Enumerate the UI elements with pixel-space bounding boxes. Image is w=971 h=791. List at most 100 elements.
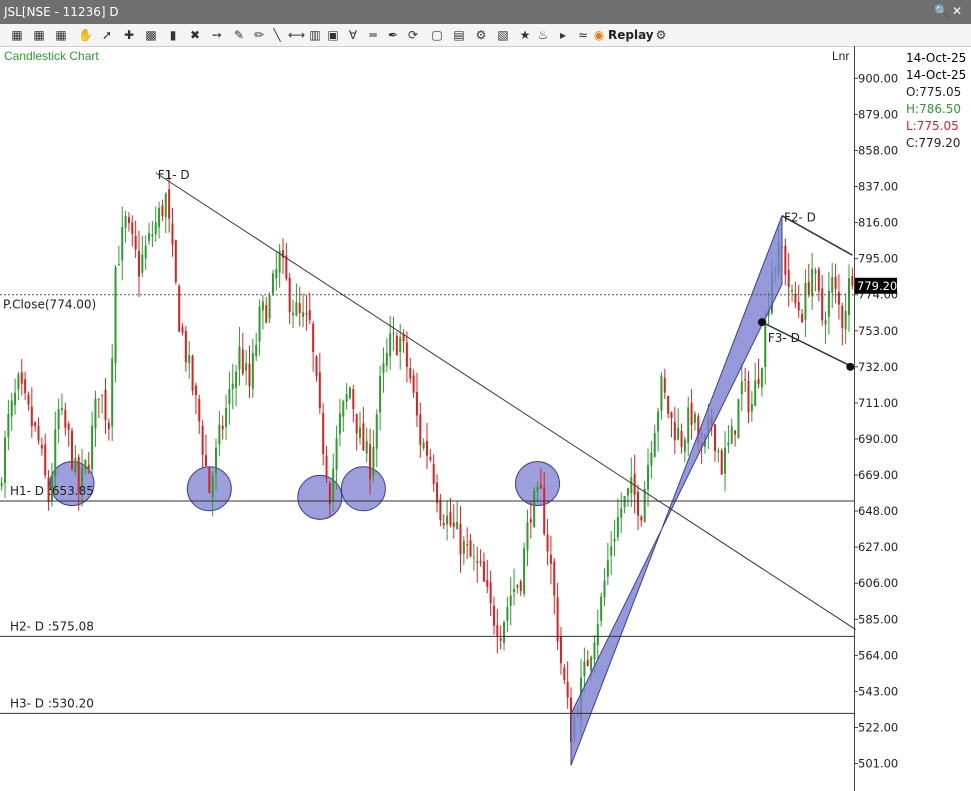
line-icon[interactable]: ∀	[346, 27, 360, 43]
candle	[101, 394, 104, 414]
pencil-icon[interactable]: ✒	[386, 27, 400, 43]
candle-body	[54, 429, 57, 477]
candle-body	[295, 302, 298, 316]
calendar-icon[interactable]: ▦	[10, 27, 24, 43]
settings-icon[interactable]: ⚙	[654, 27, 668, 43]
candle	[419, 402, 422, 458]
candle	[844, 293, 847, 344]
channel-handle	[757, 318, 766, 327]
y-tick-label: 879.00	[858, 107, 898, 121]
candle-body	[134, 235, 137, 250]
zoom-icon[interactable]: ▢	[430, 27, 444, 43]
line-icon[interactable]: ≈	[576, 27, 590, 43]
candle-body	[64, 409, 67, 428]
candlestick-chart[interactable]: H1- D :653.85 H2- D :575.08 H3- D :530.20 P…	[0, 46, 971, 791]
candle-body	[258, 306, 261, 342]
candle	[278, 244, 281, 288]
candle	[559, 627, 562, 675]
candle-body	[292, 312, 295, 316]
candle	[114, 265, 117, 383]
close-icon[interactable]: ✕	[952, 4, 962, 18]
candle-body	[492, 605, 495, 626]
y-tick-label: 837.00	[858, 180, 898, 194]
candle	[442, 514, 445, 530]
candle	[653, 424, 656, 458]
candle	[288, 272, 291, 325]
bar-chart-icon[interactable]: ▧	[496, 27, 510, 43]
candle-body	[847, 278, 850, 316]
replay-icon[interactable]: ◉	[592, 27, 606, 43]
candle-body	[365, 440, 368, 454]
candle	[285, 243, 288, 281]
candle-body	[322, 413, 325, 455]
candle	[305, 295, 308, 331]
candle	[596, 609, 599, 661]
bar-chart-icon[interactable]: ▮	[166, 27, 180, 43]
candle	[821, 275, 824, 326]
replay-button[interactable]: Replay	[608, 27, 654, 43]
zoom-icon[interactable]: ▸	[556, 27, 570, 43]
candle-body	[791, 289, 794, 292]
candle-body	[673, 422, 676, 441]
candle	[312, 321, 315, 372]
bar-chart-icon[interactable]: ▩	[144, 27, 158, 43]
search-icon[interactable]: 🔍	[934, 4, 949, 18]
calendar-icon[interactable]: ▦	[54, 27, 68, 43]
chart-toolbar: ▦ ▦ ▦ ✋ ➚ ✚ ▩ ▮ ✖ ➙ ✎ ✏ ╲ ⟷ ▥ ▣ ∀ ═ ✒ ⟳ …	[0, 24, 971, 47]
calendar-icon[interactable]: ▦	[32, 27, 46, 43]
candle-body	[345, 394, 348, 402]
candle-body	[744, 379, 747, 381]
candle	[851, 267, 854, 290]
candle-body	[513, 588, 516, 593]
line-icon[interactable]: ╲	[270, 27, 284, 43]
pencil-icon[interactable]: ✎	[232, 27, 246, 43]
hline-icon[interactable]: ═	[366, 27, 380, 43]
cursor-icon[interactable]: ⟳	[406, 27, 420, 43]
candle	[687, 396, 690, 457]
bar-chart-icon[interactable]: ▥	[308, 27, 322, 43]
candle	[841, 302, 844, 346]
candle	[636, 484, 639, 531]
candle	[737, 399, 740, 439]
candle	[308, 292, 311, 325]
candle	[482, 552, 485, 582]
candle	[405, 331, 408, 383]
hline-icon[interactable]: ⟷	[288, 27, 305, 43]
y-tick-label: 606.00	[858, 576, 898, 590]
candle-body	[727, 442, 730, 446]
pencil-icon[interactable]: ♨	[536, 27, 550, 43]
candle-body	[523, 548, 526, 594]
candle-body	[419, 414, 422, 445]
crosshair-icon[interactable]: ✖	[188, 27, 202, 43]
candle	[322, 403, 325, 466]
candle-body	[439, 499, 442, 521]
hand-icon[interactable]: ✋	[78, 27, 93, 43]
pencil-icon[interactable]: ✏	[252, 27, 266, 43]
candle	[667, 395, 670, 419]
candle-body	[620, 508, 623, 518]
candle-body	[429, 457, 432, 460]
candle-body	[372, 446, 375, 476]
cursor-icon[interactable]: ➙	[210, 27, 224, 43]
candle-body	[37, 426, 40, 441]
candle-body	[449, 511, 452, 526]
star-icon[interactable]: ★	[518, 27, 532, 43]
cube-icon[interactable]: ▣	[326, 27, 340, 43]
cursor-icon[interactable]: ➚	[100, 27, 114, 43]
candle-body	[784, 245, 787, 275]
settings-icon[interactable]: ⚙	[474, 27, 488, 43]
zoom-icon[interactable]: ▤	[452, 27, 466, 43]
candle-body	[204, 455, 207, 466]
chart-title: Candlestick Chart	[4, 49, 99, 63]
candle-body	[503, 622, 506, 643]
candle-body	[84, 459, 87, 470]
candle	[201, 420, 204, 469]
candle-body	[352, 389, 355, 410]
candle-body	[603, 580, 606, 598]
candle	[221, 415, 224, 440]
candle	[362, 406, 365, 451]
crosshair-icon[interactable]: ✚	[122, 27, 136, 43]
candle-body	[124, 216, 127, 228]
candle-body	[630, 477, 633, 494]
candle-body	[737, 399, 740, 438]
